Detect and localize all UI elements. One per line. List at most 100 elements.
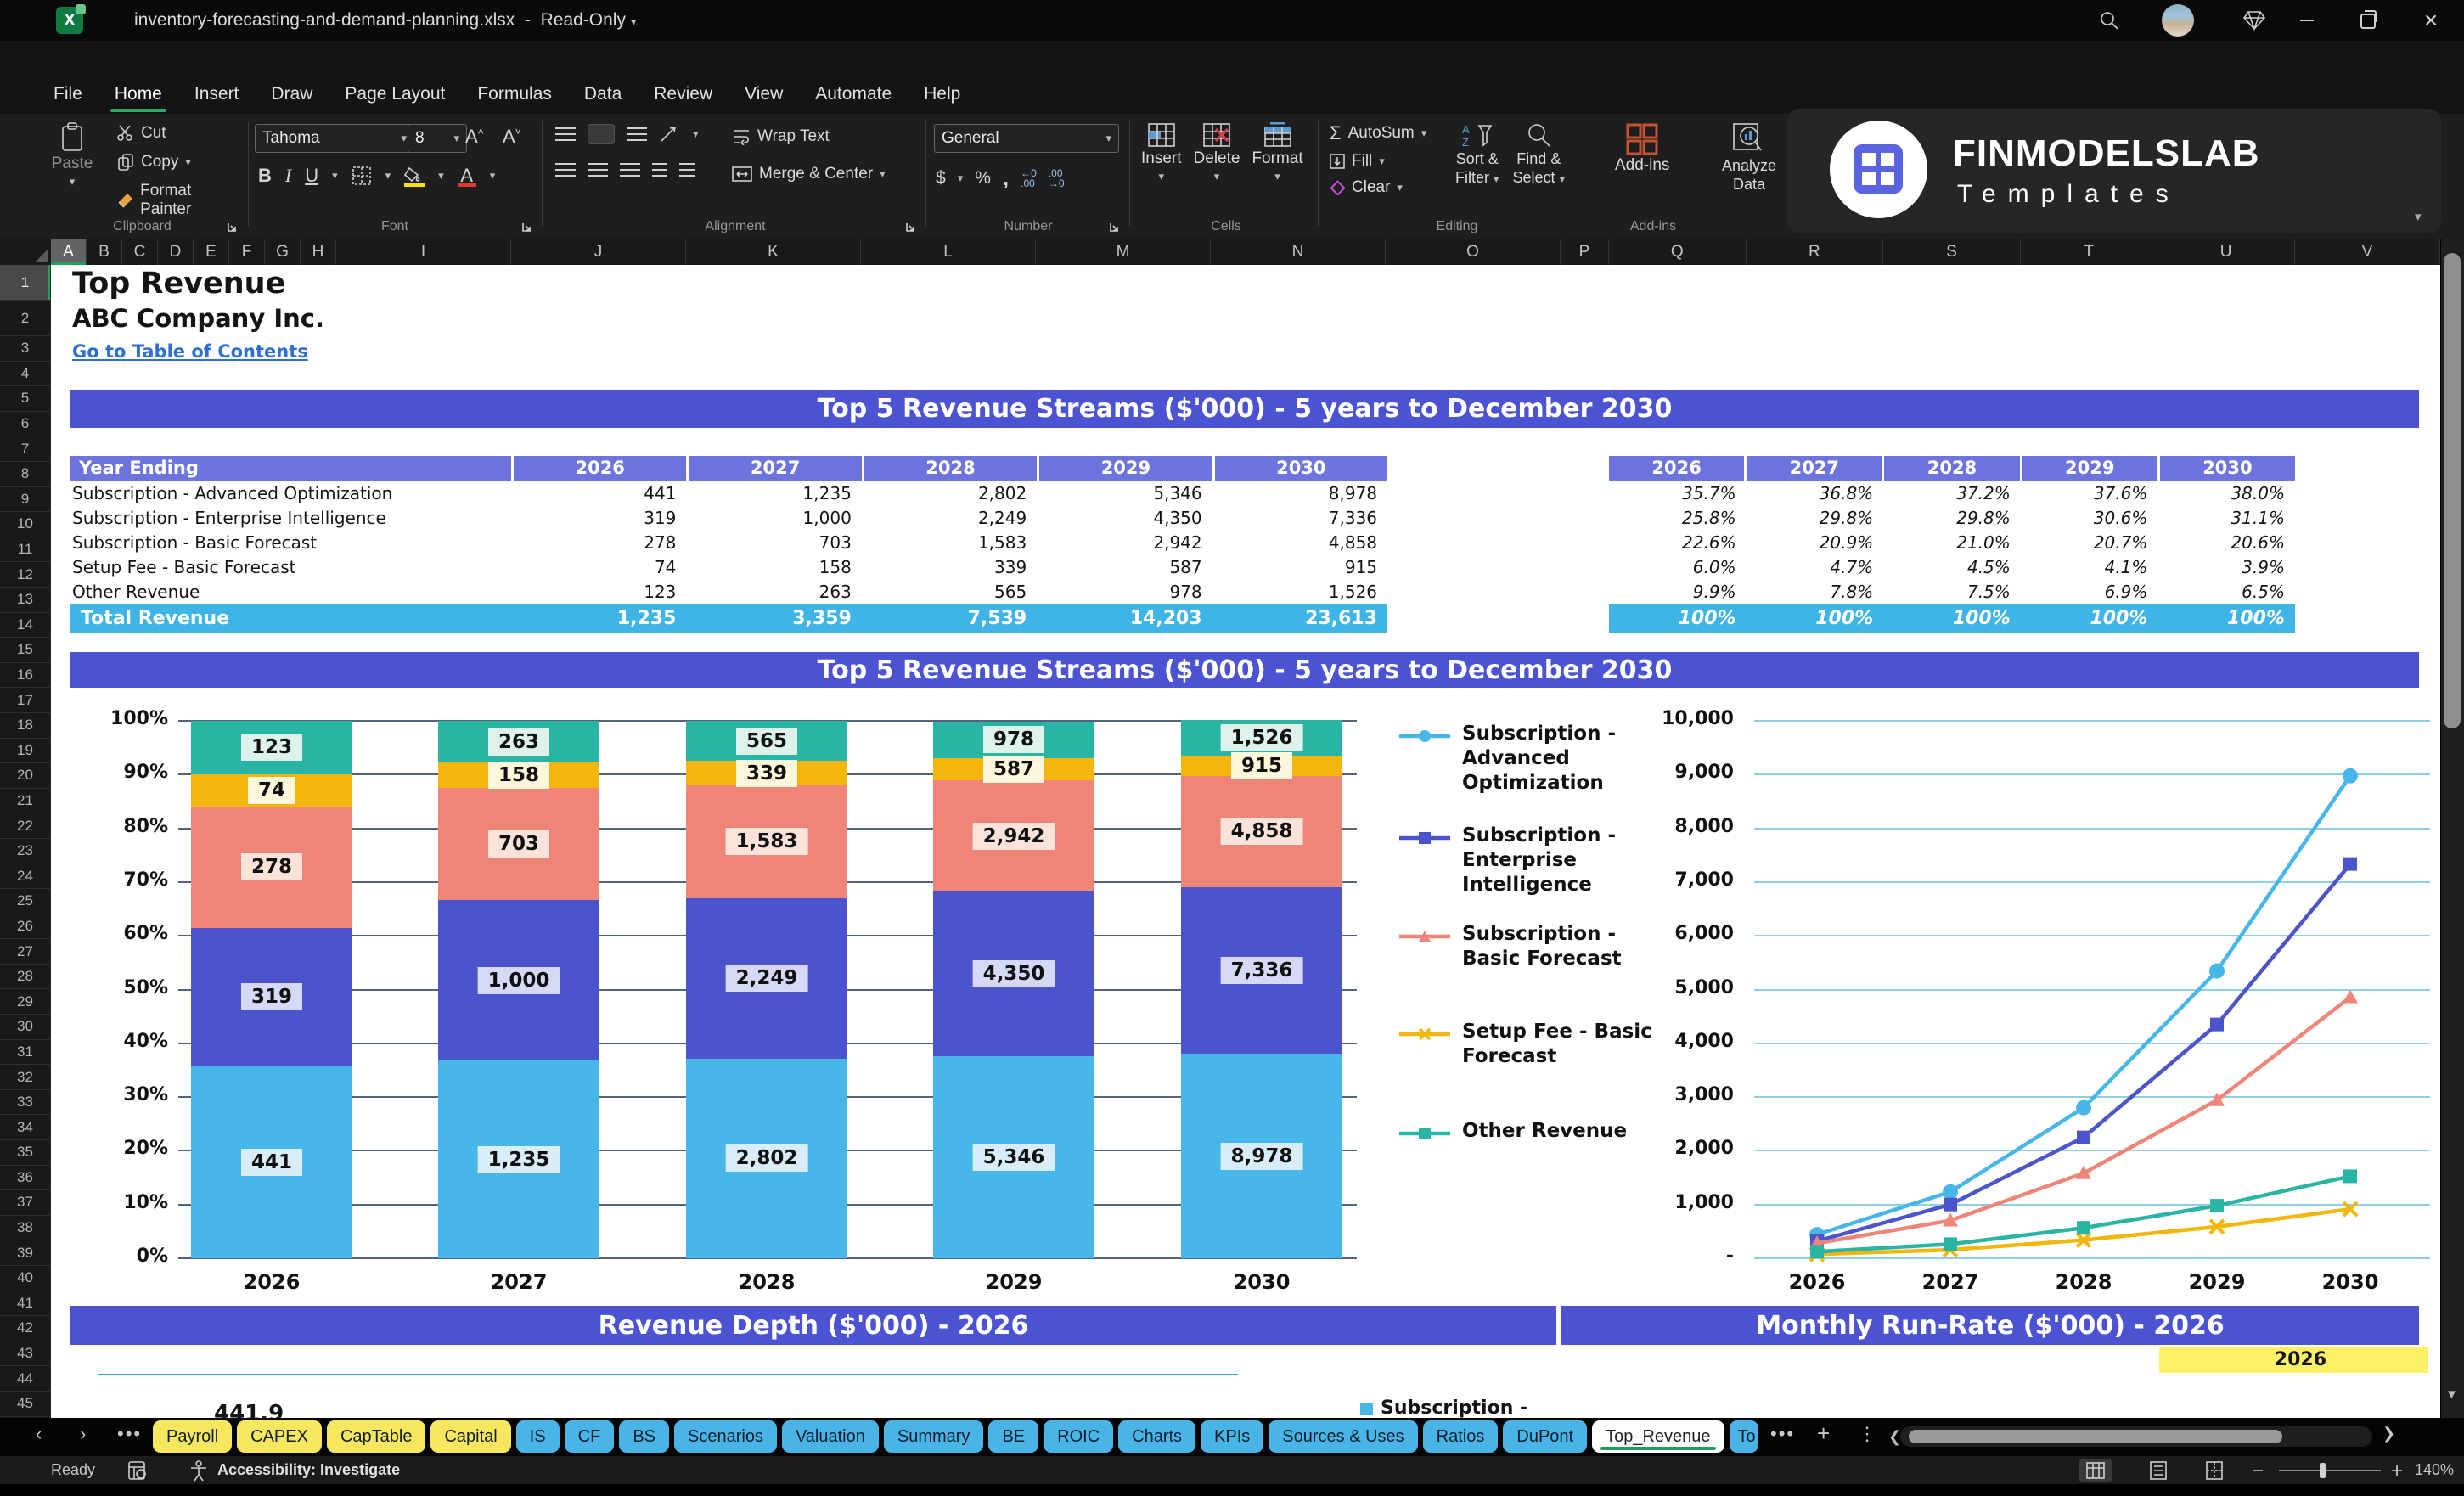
sheet-tab-captable[interactable]: CapTable [326,1420,426,1453]
chevron-down-icon[interactable]: ▾ [631,15,637,28]
column-header-C[interactable]: C [122,239,158,265]
sheet-tab-top-revenue[interactable]: Top_Revenue [1592,1420,1724,1453]
sheet-tab-be[interactable]: BE [988,1420,1039,1453]
row-header-25[interactable]: 25 [0,889,51,914]
collapse-ribbon-icon[interactable]: ▾ [2415,209,2422,224]
align-right-icon[interactable] [620,163,640,177]
horizontal-scrollbar[interactable]: ❮ [1888,1426,2372,1447]
align-left-icon[interactable] [555,163,576,177]
column-header-G[interactable]: G [265,239,301,265]
row-header-26[interactable]: 26 [0,914,51,940]
accessibility-icon[interactable] [188,1459,209,1482]
menu-tab-page-layout[interactable]: Page Layout [329,76,461,114]
menu-tab-view[interactable]: View [729,76,799,114]
font-dialog-launcher[interactable] [520,221,533,233]
row-header-7[interactable]: 7 [0,436,51,462]
sheet-tab-cf[interactable]: CF [564,1420,615,1453]
scroll-left-icon[interactable]: ❮ [1888,1428,1901,1446]
row-header-40[interactable]: 40 [0,1265,51,1291]
column-header-A[interactable]: A [51,239,87,265]
column-header-T[interactable]: T [2021,239,2158,265]
sheet-tab-roic[interactable]: ROIC [1044,1420,1114,1453]
font-color-button[interactable]: A [457,165,476,187]
user-avatar[interactable] [2162,4,2194,37]
column-header-F[interactable]: F [229,239,265,265]
row-header-16[interactable]: 16 [0,662,51,689]
alignment-dialog-launcher[interactable] [904,221,917,233]
column-header-S[interactable]: S [1883,239,2021,265]
column-header-R[interactable]: R [1747,239,1884,265]
sheet-tab-charts[interactable]: Charts [1118,1420,1196,1453]
column-header-J[interactable]: J [511,239,686,265]
macro-record-icon[interactable] [127,1460,148,1481]
row-header-3[interactable]: 3 [0,336,51,362]
zoom-level[interactable]: 140% [2415,1461,2454,1479]
align-center-icon[interactable] [588,163,608,177]
menu-tab-review[interactable]: Review [638,76,729,114]
vertical-scrollbar[interactable]: ▼ [2440,239,2464,1418]
menu-tab-draw[interactable]: Draw [255,76,329,114]
sheet-tab-is[interactable]: IS [515,1420,560,1453]
clipboard-dialog-launcher[interactable] [226,221,239,233]
tabs-more-icon[interactable]: ••• [117,1423,142,1445]
paste-button[interactable]: Paste ▾ [42,122,102,188]
comma-format-button[interactable]: , [1003,165,1009,191]
column-header-M[interactable]: M [1036,239,1211,265]
sheet-tab-valuation[interactable]: Valuation [781,1420,879,1453]
borders-button[interactable] [352,166,372,186]
row-header-23[interactable]: 23 [0,838,51,864]
sheet-tab-scenarios[interactable]: Scenarios [674,1420,777,1453]
italic-button[interactable]: I [285,165,291,187]
currency-format-button[interactable]: $ [936,168,946,188]
row-header-10[interactable]: 10 [0,512,51,537]
sheet-tab-dupont[interactable]: DuPont [1503,1420,1588,1453]
font-size-select[interactable]: 8 ▾ [408,124,467,153]
row-header-29[interactable]: 29 [0,989,51,1015]
row-header-1[interactable]: 1 [0,265,51,301]
fill-color-button[interactable] [404,165,425,187]
bold-button[interactable]: B [258,165,272,187]
zoom-out-icon[interactable]: − [2252,1459,2264,1483]
row-header-31[interactable]: 31 [0,1039,51,1066]
row-header-17[interactable]: 17 [0,688,51,713]
row-header-38[interactable]: 38 [0,1215,51,1241]
sheet-tab-payroll[interactable]: Payroll [153,1420,233,1453]
zoom-in-icon[interactable]: + [2391,1459,2403,1483]
clear-button[interactable]: Clear ▾ [1330,178,1426,197]
tab-list-icon[interactable]: ••• [1770,1423,1795,1445]
column-header-P[interactable]: P [1561,239,1609,265]
sheet-tab-sources-uses[interactable]: Sources & Uses [1269,1420,1418,1453]
increase-font-button[interactable]: A˄ [465,126,484,148]
analyze-data-button[interactable]: Analyze Data [1722,122,1776,194]
normal-view-icon[interactable] [2079,1459,2112,1482]
row-header-36[interactable]: 36 [0,1165,51,1191]
column-header-B[interactable]: B [87,239,122,265]
row-header-12[interactable]: 12 [0,562,51,588]
row-header-34[interactable]: 34 [0,1115,51,1140]
column-header-O[interactable]: O [1386,239,1561,265]
row-header-20[interactable]: 20 [0,763,51,789]
row-header-2[interactable]: 2 [0,301,51,336]
sort-filter-button[interactable]: AZ Sort & Filter ▾ [1455,122,1499,188]
decrease-indent-icon[interactable] [652,163,667,177]
tabs-next-icon[interactable]: › [80,1423,86,1445]
row-header-35[interactable]: 35 [0,1140,51,1166]
column-header-H[interactable]: H [301,239,336,265]
restore-button[interactable] [2354,7,2382,34]
copy-button[interactable]: Copy ▾ [117,153,242,172]
column-header-E[interactable]: E [194,239,229,265]
row-header-6[interactable]: 6 [0,411,51,437]
row-header-27[interactable]: 27 [0,939,51,965]
row-header-32[interactable]: 32 [0,1065,51,1090]
row-header-15[interactable]: 15 [0,638,51,663]
sheet-tab-ratios[interactable]: Ratios [1422,1420,1499,1453]
menu-tab-automate[interactable]: Automate [799,76,908,114]
scroll-down-icon[interactable]: ▼ [2445,1387,2458,1402]
number-format-select[interactable]: General ▾ [934,124,1119,153]
row-header-8[interactable]: 8 [0,461,51,487]
number-dialog-launcher[interactable] [1108,221,1121,233]
close-button[interactable]: × [2416,7,2445,34]
addins-button[interactable]: Add-ins [1615,122,1669,175]
cut-button[interactable]: Cut [117,124,242,143]
underline-button[interactable]: U [305,165,318,187]
